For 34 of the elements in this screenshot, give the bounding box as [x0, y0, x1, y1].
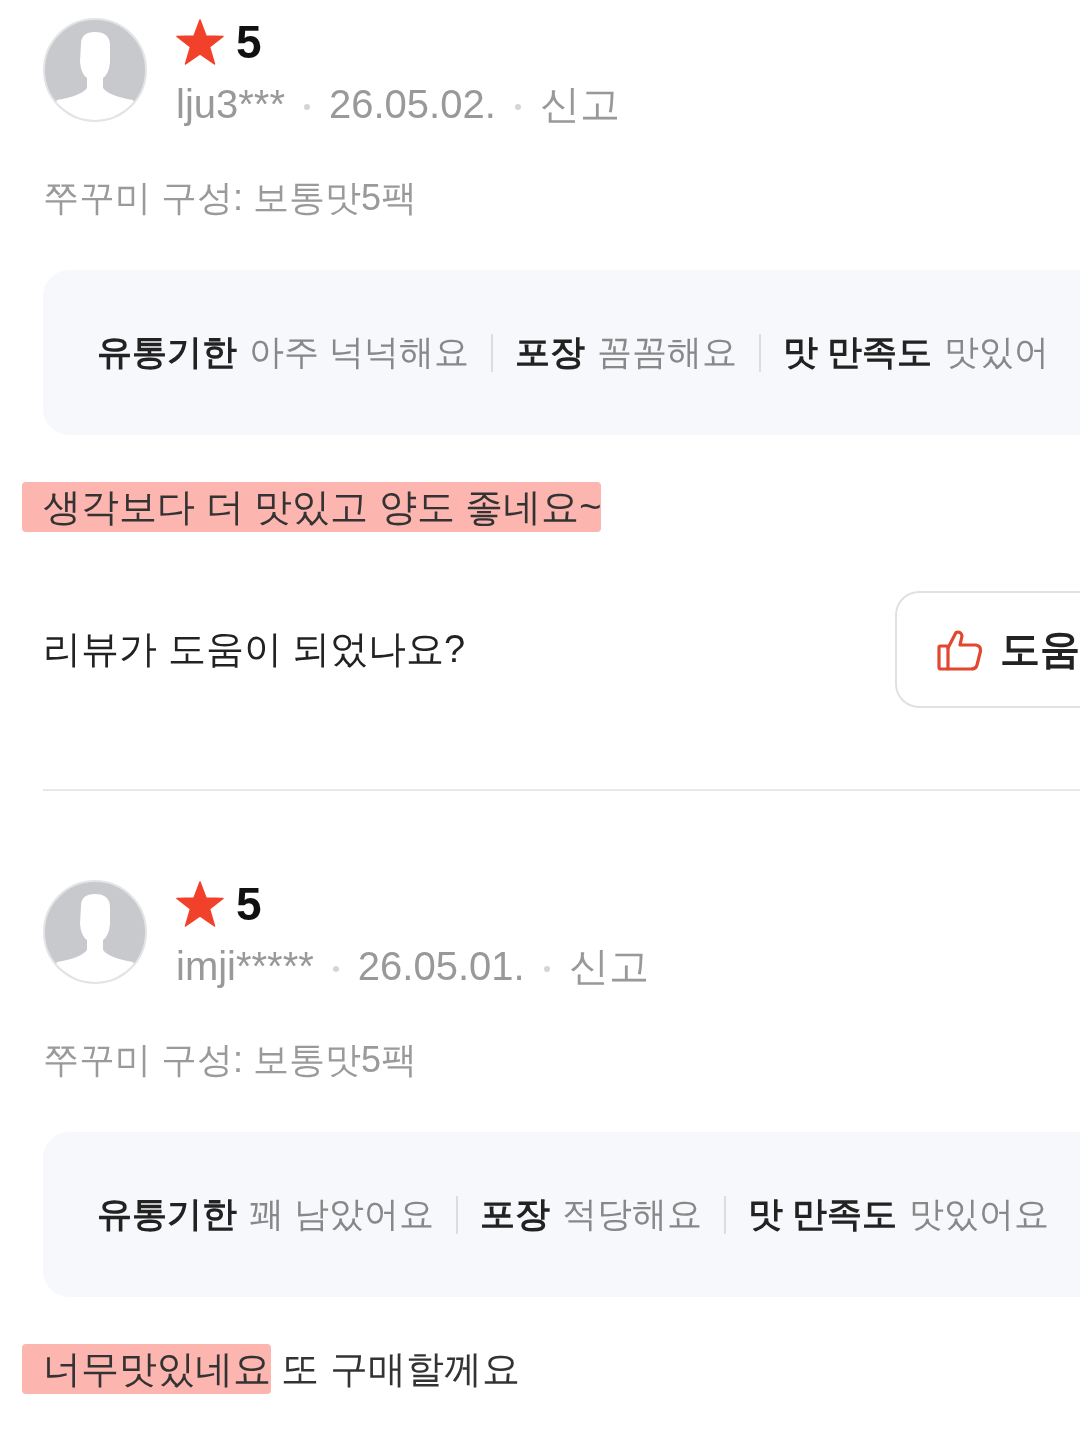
- summary-label: 포장: [479, 1193, 550, 1235]
- product-option: 쭈꾸미 구성: 보통맛5팩: [43, 173, 418, 223]
- summary-value: 맛있어: [944, 331, 1050, 373]
- summary-value: 꽤 남았어요: [249, 1193, 434, 1235]
- summary-value: 맛있어요: [909, 1193, 1050, 1235]
- summary-label: 포장: [514, 331, 585, 373]
- helpful-question: 리뷰가 도움이 되었나요?: [43, 627, 466, 672]
- helpful-button[interactable]: 도움: [895, 591, 1080, 708]
- report-link[interactable]: 신고: [539, 76, 620, 132]
- summary-value: 적당해요: [561, 1193, 702, 1235]
- rating-value: 5: [236, 880, 262, 928]
- star-icon: [176, 881, 224, 927]
- summary-value: 아주 넉넉해요: [249, 331, 469, 373]
- review-date: 26.05.02.: [328, 81, 496, 127]
- summary-value: 꼼꼼해요: [596, 331, 737, 373]
- summary-label: 유통기한: [97, 331, 237, 373]
- summary-label: 맛 만족도: [782, 331, 933, 373]
- separator-dot-icon: [303, 104, 310, 110]
- separator-dot-icon: [332, 966, 339, 972]
- summary-label: 유통기한: [97, 1193, 237, 1235]
- username: lju3***: [176, 81, 285, 127]
- report-link[interactable]: 신고: [568, 938, 649, 994]
- star-icon: [176, 19, 224, 65]
- username: imji*****: [176, 943, 314, 989]
- review-date: 26.05.01.: [357, 943, 525, 989]
- avatar-icon: [43, 18, 147, 122]
- avatar-icon: [43, 880, 147, 984]
- review-text: 너무맛있네요 또 구매할께요: [21, 1339, 524, 1399]
- separator-dot-icon: [514, 104, 521, 110]
- rating-value: 5: [236, 18, 262, 66]
- product-option: 쭈꾸미 구성: 보통맛5팩: [43, 1035, 418, 1085]
- summary-label: 맛 만족도: [747, 1193, 898, 1235]
- separator-dot-icon: [543, 966, 550, 972]
- thumbs-up-icon: [937, 628, 983, 671]
